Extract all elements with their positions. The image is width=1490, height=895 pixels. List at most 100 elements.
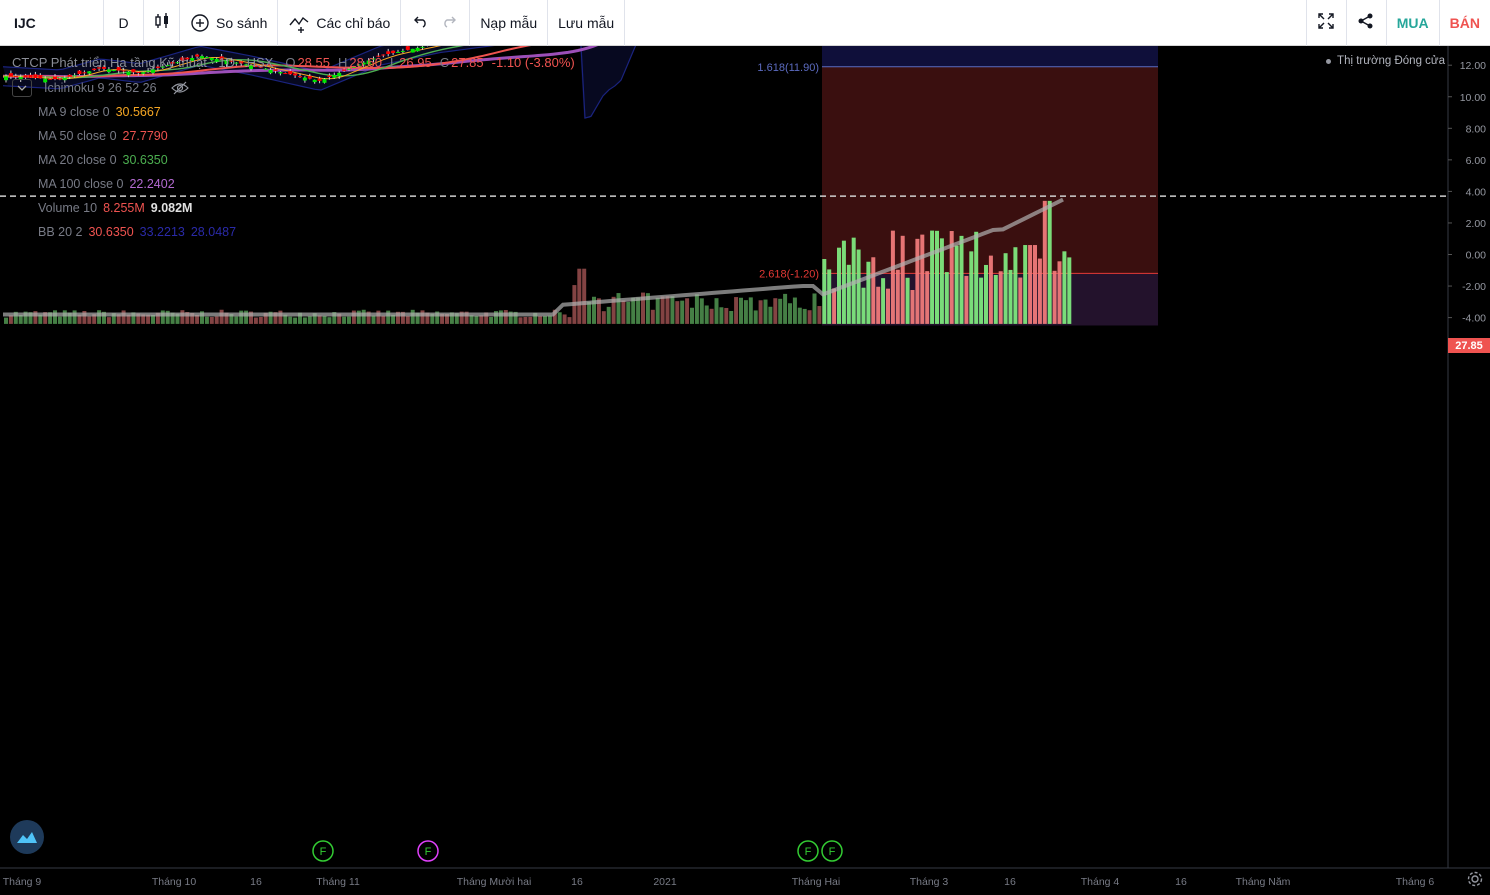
volume-bar [660, 296, 665, 324]
volume-bar [665, 296, 670, 324]
ohlc-high: 28.60 [349, 55, 382, 70]
volume-bar [685, 298, 690, 324]
legend-volume[interactable]: Volume 10 8.255M 9.082M [12, 196, 575, 220]
volume-bar [523, 316, 528, 324]
volume-bar [925, 271, 930, 324]
ohlc-close-label: C [439, 55, 450, 70]
volume-value-1: 8.255M [103, 201, 145, 215]
volume-bar [763, 299, 768, 324]
volume-bar [557, 312, 562, 324]
legend-bb[interactable]: BB 20 2 30.6350 33.2213 28.0487 [12, 220, 575, 244]
candle-body [4, 76, 8, 81]
legend-ichimoku[interactable]: Ichimoku 9 26 52 26 [12, 76, 575, 100]
volume-bar [4, 317, 8, 324]
chart-type-button[interactable] [144, 0, 180, 46]
chevron-down-icon[interactable] [12, 79, 32, 97]
volume-bar [675, 301, 680, 324]
compare-button[interactable]: So sánh [180, 0, 279, 46]
volume-bar [577, 268, 582, 324]
volume-bar [1013, 247, 1018, 324]
volume-bar [106, 317, 111, 324]
tradingview-logo-icon[interactable] [10, 820, 44, 854]
volume-bar [1057, 261, 1062, 324]
legend-ma50[interactable]: MA 50 close 0 27.7790 [12, 124, 575, 148]
sell-button[interactable]: BÁN [1438, 0, 1490, 46]
volume-bar [827, 269, 832, 324]
undo-button[interactable] [401, 0, 435, 46]
eye-off-icon[interactable] [170, 81, 189, 95]
symbol-search[interactable]: IJC [0, 0, 104, 46]
volume-bar [567, 317, 572, 324]
time-tick-label: Tháng 3 [910, 876, 949, 888]
volume-bar [616, 293, 621, 324]
volume-bar [214, 316, 219, 324]
volume-bar [1003, 253, 1008, 324]
fullscreen-button[interactable] [1305, 0, 1346, 46]
volume-bar [778, 298, 783, 324]
bb-value-2: 33.2213 [139, 225, 185, 239]
legend-ma20[interactable]: MA 20 close 0 30.6350 [12, 148, 575, 172]
volume-bar [543, 316, 547, 324]
save-template-button[interactable]: Lưu mẫu [548, 0, 626, 46]
fullscreen-icon [1317, 12, 1335, 33]
volume-bar [1008, 269, 1013, 324]
volume-bar [474, 316, 479, 324]
top-toolbar: IJC D So sánh Các chỉ báo Nạp mẫu Lưu mẫ… [0, 0, 1490, 46]
time-tick-label: Tháng 6 [1396, 876, 1435, 888]
volume-bar [748, 297, 753, 324]
volume-bar [998, 271, 1003, 324]
ohlc-change: -1.10 (-3.80%) [491, 55, 575, 70]
ohlc-open: 28.55 [297, 55, 330, 70]
price-tick-label: 12.00 [1460, 60, 1486, 72]
resolution-button[interactable]: D [104, 0, 144, 46]
volume-bar [993, 274, 998, 324]
time-tick-label: Tháng 4 [1081, 876, 1120, 888]
redo-icon [441, 14, 457, 31]
time-tick-label: 16 [1175, 876, 1187, 888]
volume-bar [420, 310, 425, 324]
volume-value-2: 9.082M [150, 201, 193, 215]
volume-bar [812, 293, 817, 324]
ma9-label: MA 9 close 0 [38, 105, 110, 119]
share-button[interactable] [1345, 0, 1386, 46]
candle-body [415, 47, 420, 52]
volume-bar [57, 316, 62, 324]
volume-bar [631, 297, 636, 324]
volume-bar [371, 315, 376, 324]
volume-bar [479, 315, 484, 324]
volume-bar [704, 305, 709, 324]
redo-button[interactable] [435, 0, 471, 46]
volume-bar [753, 310, 758, 324]
price-tick-label: 10.00 [1460, 92, 1486, 104]
volume-bar [797, 307, 802, 324]
time-tick-label: Tháng 11 [316, 876, 360, 888]
candle-body [386, 51, 391, 55]
settings-gear-icon[interactable] [1464, 868, 1486, 890]
volume-bar [699, 298, 704, 324]
load-template-button[interactable]: Nạp mẫu [470, 0, 549, 46]
volume-bar [680, 300, 685, 324]
volume-bar [694, 294, 699, 324]
volume-bar [714, 298, 719, 324]
volume-bar [253, 317, 258, 324]
market-status-text: Thị trường Đóng cửa [1337, 55, 1445, 67]
volume-bar [322, 315, 327, 324]
ma50-label: MA 50 close 0 [38, 129, 117, 143]
ma9-value: 30.5667 [115, 105, 161, 119]
legend-ma100[interactable]: MA 100 close 0 22.2402 [12, 172, 575, 196]
price-tick-label: 8.00 [1466, 123, 1487, 135]
buy-button[interactable]: MUA [1385, 0, 1439, 46]
volume-bar [930, 230, 935, 324]
volume-bar [910, 290, 915, 324]
volume-bar [739, 297, 743, 324]
volume-label: Volume 10 [38, 201, 98, 215]
volume-bar [1047, 200, 1052, 324]
ma50-value: 27.7790 [122, 129, 168, 143]
volume-bar [381, 315, 386, 324]
volume-bar [8, 315, 13, 324]
indicators-button[interactable]: Các chỉ báo [278, 0, 402, 46]
volume-bar [1023, 245, 1028, 324]
time-tick-label: Tháng 10 [152, 876, 197, 888]
legend-ma9[interactable]: MA 9 close 0 30.5667 [12, 100, 575, 124]
volume-bar [890, 230, 895, 324]
